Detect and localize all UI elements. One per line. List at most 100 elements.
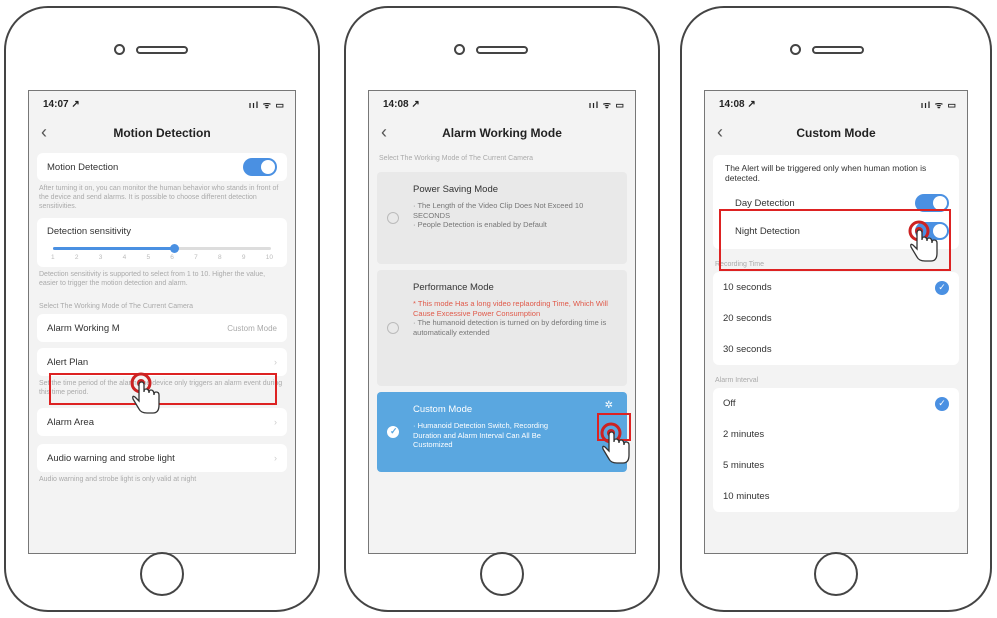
mode-card-performance[interactable]: Performance Mode * This mode Has a long …: [377, 270, 627, 386]
speaker-slot: [812, 46, 864, 54]
check-icon: ✓: [935, 396, 949, 411]
screen: 14:08 ↗ ııl ᯤ ▭ ‹ Alarm Working Mode Sel…: [368, 90, 636, 554]
tap-hand-icon: [600, 422, 630, 464]
option-row[interactable]: 30 seconds: [713, 334, 959, 365]
option-label: 10 seconds: [723, 282, 772, 293]
sensitivity-tick: 9: [241, 254, 246, 261]
camera-dot: [790, 44, 801, 55]
check-icon: ✓: [935, 280, 949, 295]
option-label: 20 seconds: [723, 313, 772, 324]
option-row[interactable]: 20 seconds: [713, 303, 959, 334]
speaker-slot: [136, 46, 188, 54]
screen: 14:08 ↗ ııl ᯤ ▭ ‹ Custom Mode The Alert …: [704, 90, 968, 554]
option-row[interactable]: Off ✓: [713, 388, 959, 419]
option-row[interactable]: 2 minutes: [713, 419, 959, 450]
option-label: 5 minutes: [723, 460, 765, 471]
chevron-right-icon: ›: [274, 417, 277, 427]
audio-note: Audio warning and strobe light is only v…: [39, 476, 197, 483]
chevron-right-icon: ›: [274, 357, 277, 367]
radio-checked-icon[interactable]: [387, 426, 399, 438]
sensitivity-tick: 2: [74, 254, 79, 261]
mode-card-power-saving[interactable]: Power Saving Mode · The Length of the Vi…: [377, 172, 627, 264]
audio-warning-row[interactable]: Audio warning and strobe light ›: [37, 444, 287, 472]
mode-title: Custom Mode: [413, 404, 473, 415]
status-icons: ııl ᯤ ▭: [920, 99, 957, 110]
alarm-area-label: Alarm Area: [47, 416, 94, 428]
page-title: Custom Mode: [796, 126, 876, 140]
status-bar: 14:07 ↗ ııl ᯤ ▭: [29, 91, 295, 117]
sensitivity-label: Detection sensitivity: [47, 226, 131, 237]
nav-bar: ‹ Motion Detection: [29, 117, 295, 149]
back-icon[interactable]: ‹: [41, 122, 47, 143]
home-button[interactable]: [140, 552, 184, 596]
audio-warning-card: Audio warning and strobe light ›: [37, 444, 287, 472]
home-button[interactable]: [480, 552, 524, 596]
tap-hand-icon: [130, 372, 160, 414]
sensitivity-ticks: 1 2 3 4 5 6 7 8 9 10: [47, 254, 277, 261]
working-mode-section: Select The Working Mode of The Current C…: [379, 155, 534, 162]
screen: 14:07 ↗ ııl ᯤ ▭ ‹ Motion Detection Motio…: [28, 90, 296, 554]
tap-hand-icon: [908, 220, 938, 262]
sensitivity-tick: 3: [98, 254, 103, 261]
slider-fill: [53, 247, 175, 250]
radio-icon[interactable]: [387, 322, 399, 334]
interval-list: Off ✓ 2 minutes 5 minutes 10 minutes: [713, 388, 959, 512]
option-row[interactable]: 5 minutes: [713, 450, 959, 481]
phone-alarm-working-mode: 14:08 ↗ ııl ᯤ ▭ ‹ Alarm Working Mode Sel…: [344, 6, 660, 612]
option-row[interactable]: 10 minutes: [713, 481, 959, 512]
home-button[interactable]: [814, 552, 858, 596]
nav-bar: ‹ Custom Mode: [705, 117, 967, 149]
status-bar: 14:08 ↗ ııl ᯤ ▭: [705, 91, 967, 117]
motion-detection-toggle[interactable]: [243, 158, 277, 176]
alert-plan-label: Alert Plan: [47, 356, 89, 368]
chevron-right-icon: ›: [274, 453, 277, 463]
sensitivity-slider[interactable]: [53, 244, 271, 253]
alarm-working-card: Alarm Working M Custom Mode: [37, 314, 287, 342]
slider-knob[interactable]: [170, 244, 180, 253]
option-label: Off: [723, 398, 736, 409]
mode-desc: · The Length of the Video Clip Does Not …: [413, 201, 584, 229]
day-detection-label: Day Detection: [735, 197, 795, 209]
sensitivity-card: Detection sensitivity 1 2 3 4 5 6 7 8 9 10: [37, 218, 287, 267]
sensitivity-tick: 6: [170, 254, 174, 261]
motion-note: After turning it on, you can monitor the…: [39, 185, 279, 210]
back-icon[interactable]: ‹: [381, 122, 387, 143]
gear-icon[interactable]: ✲: [605, 400, 613, 411]
alarm-working-value: Custom Mode: [227, 323, 277, 333]
phone-motion-detection: 14:07 ↗ ııl ᯤ ▭ ‹ Motion Detection Motio…: [4, 6, 320, 612]
option-label: 2 minutes: [723, 429, 765, 440]
audio-warning-label: Audio warning and strobe light: [47, 452, 175, 464]
highlight-box: [49, 373, 277, 405]
mode-card-custom[interactable]: Custom Mode · Humanoid Detection Switch,…: [377, 392, 627, 472]
interval-section: Alarm Interval: [715, 377, 759, 384]
status-icons: ııl ᯤ ▭: [248, 99, 285, 110]
motion-detection-card: Motion Detection: [37, 153, 287, 181]
speaker-slot: [476, 46, 528, 54]
alarm-working-row[interactable]: Alarm Working M Custom Mode: [37, 314, 287, 342]
phone-custom-mode: 14:08 ↗ ııl ᯤ ▭ ‹ Custom Mode The Alert …: [680, 6, 992, 612]
page-title: Motion Detection: [113, 126, 211, 140]
working-mode-section: Select The Working Mode of The Current C…: [39, 303, 194, 310]
radio-icon[interactable]: [387, 212, 399, 224]
mode-desc: · Humanoid Detection Switch, Recording D…: [413, 421, 549, 449]
back-icon[interactable]: ‹: [717, 122, 723, 143]
sensitivity-tick: 7: [194, 254, 198, 261]
option-label: 10 minutes: [723, 491, 770, 502]
status-icons: ııl ᯤ ▭: [588, 99, 625, 110]
option-row[interactable]: 10 seconds ✓: [713, 272, 959, 303]
sensitivity-tick: 10: [265, 254, 273, 261]
camera-dot: [114, 44, 125, 55]
status-bar: 14:08 ↗ ııl ᯤ ▭: [369, 91, 635, 117]
sensitivity-tick: 8: [218, 254, 222, 261]
sensitivity-note: Detection sensitivity is supported to se…: [39, 271, 266, 287]
status-time: 14:08 ↗: [719, 98, 756, 110]
sensitivity-tick: 4: [122, 254, 127, 261]
status-time: 14:08 ↗: [383, 98, 420, 110]
camera-dot: [454, 44, 465, 55]
alarm-working-label: Alarm Working M: [47, 322, 120, 334]
mode-title: Performance Mode: [413, 282, 494, 293]
mode-title: Power Saving Mode: [413, 184, 499, 195]
motion-detection-label: Motion Detection: [47, 161, 119, 173]
mode-warning: * This mode Has a long video replaording…: [413, 299, 608, 318]
option-label: 30 seconds: [723, 344, 772, 355]
